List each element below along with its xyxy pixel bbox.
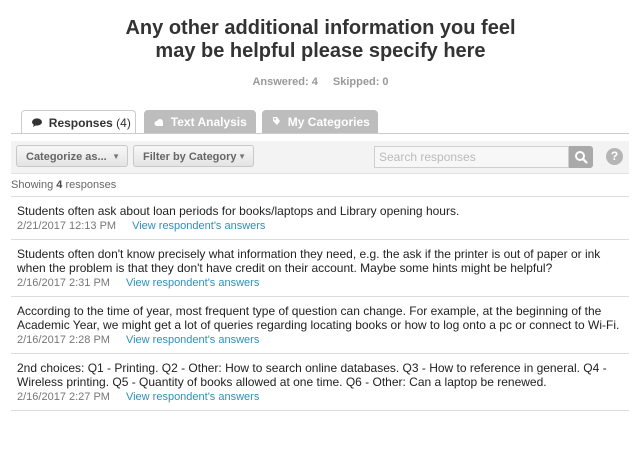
chevron-down-icon: ▼ — [112, 152, 120, 161]
response-text: Students often don't know precisely what… — [17, 247, 601, 275]
tab-my-categories[interactable]: My Categories — [262, 110, 378, 134]
response-stats: Answered: 4 Skipped: 0 — [0, 76, 641, 88]
response-date: 2/16/2017 2:27 PM — [17, 391, 110, 403]
categorize-as-label: Categorize as... — [26, 151, 107, 163]
toolbar: Categorize as... ▼ Filter by Category ▼ … — [11, 141, 629, 174]
tag-icon — [272, 117, 284, 129]
chevron-down-icon: ▼ — [238, 152, 246, 161]
question-title: Any other additional information you fee… — [0, 17, 641, 63]
response-text: 2nd choices: Q1 - Printing. Q2 - Other: … — [17, 361, 607, 389]
tab-divider — [11, 133, 629, 134]
skipped-count: Skipped: 0 — [332, 76, 389, 88]
response-date: 2/21/2017 12:13 PM — [17, 220, 117, 232]
response-date: 2/16/2017 2:28 PM — [17, 334, 110, 346]
view-respondent-answers-link[interactable]: View respondent's answers — [126, 391, 259, 403]
tab-responses-count: (4) — [116, 116, 131, 130]
response-date: 2/16/2017 2:31 PM — [17, 277, 110, 289]
question-title-line-1: Any other additional information you fee… — [125, 17, 516, 39]
tab-responses-label: Responses — [48, 116, 113, 130]
search-input[interactable] — [374, 146, 569, 168]
list-item: Students often ask about loan periods fo… — [11, 197, 629, 240]
filter-by-category-label: Filter by Category — [143, 151, 237, 163]
cloud-icon — [154, 118, 167, 129]
help-icon[interactable]: ? — [606, 148, 623, 165]
filter-by-category-dropdown[interactable]: Filter by Category ▼ — [133, 145, 254, 167]
view-respondent-answers-link[interactable]: View respondent's answers — [132, 220, 265, 232]
showing-count-text: Showing 4 responses — [11, 179, 117, 191]
speech-bubble-icon — [32, 118, 45, 130]
view-respondent-answers-link[interactable]: View respondent's answers — [126, 277, 259, 289]
tab-text-analysis-label: Text Analysis — [170, 115, 247, 129]
categorize-as-dropdown[interactable]: Categorize as... ▼ — [16, 145, 128, 167]
answered-count: Answered: 4 — [252, 76, 318, 88]
list-item: 2nd choices: Q1 - Printing. Q2 - Other: … — [11, 354, 629, 411]
search-icon — [575, 151, 588, 164]
list-item: Students often don't know precisely what… — [11, 240, 629, 297]
tab-text-analysis[interactable]: Text Analysis — [144, 110, 256, 134]
response-text: According to the time of year, most freq… — [17, 304, 620, 332]
response-text: Students often ask about loan periods fo… — [17, 204, 460, 218]
question-title-line-2: may be helpful please specify here — [155, 40, 486, 62]
view-respondent-answers-link[interactable]: View respondent's answers — [126, 334, 259, 346]
search-button[interactable] — [569, 146, 593, 168]
tab-responses[interactable]: Responses (4) — [21, 110, 136, 134]
tab-my-categories-label: My Categories — [287, 115, 370, 129]
list-item: According to the time of year, most freq… — [11, 297, 629, 354]
response-list: Students often ask about loan periods fo… — [11, 197, 629, 411]
